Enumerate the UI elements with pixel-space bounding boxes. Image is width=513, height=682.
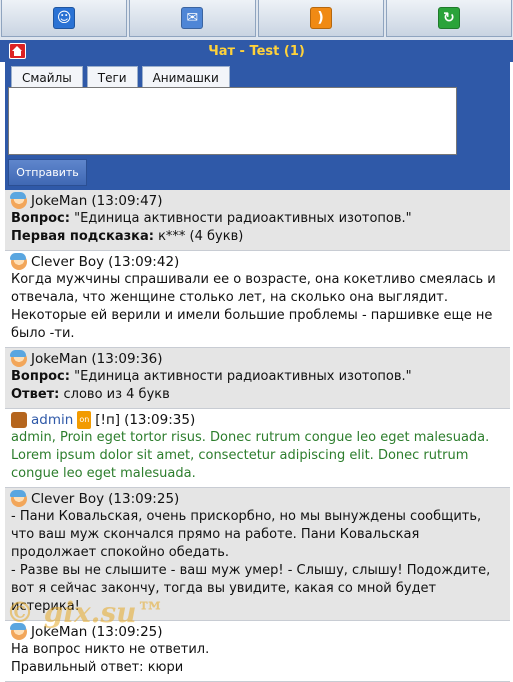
author-name[interactable]: Clever Boy bbox=[31, 490, 104, 508]
author-name[interactable]: JokeMan bbox=[31, 192, 87, 210]
hint-label: Первая подсказка: bbox=[11, 229, 154, 244]
admin-avatar bbox=[11, 412, 27, 428]
rss-button[interactable]: ) bbox=[257, 0, 384, 37]
mail-icon: ✉ bbox=[181, 7, 204, 29]
tab-tags[interactable]: Теги bbox=[86, 66, 138, 88]
user-icon: ☺ bbox=[53, 7, 76, 29]
list-item: admin on [!п] (13:09:35) admin, Proin eg… bbox=[5, 409, 510, 488]
tab-smileys[interactable]: Смайлы bbox=[11, 66, 83, 88]
home-icon[interactable] bbox=[9, 43, 26, 59]
hint-text: к*** (4 букв) bbox=[153, 229, 244, 244]
question-label: Вопрос: bbox=[11, 211, 70, 226]
list-item: Clever Boy (13:09:25) - Пани Ковальская,… bbox=[5, 488, 510, 621]
list-item: JokeMan (13:09:47) Вопрос: "Единица акти… bbox=[5, 190, 510, 251]
messages-button[interactable]: ✉ bbox=[129, 0, 256, 37]
question-text: "Единица активности радиоактивных изотоп… bbox=[69, 211, 412, 226]
message-text: - Пани Ковальская, очень прискорбно, но … bbox=[11, 509, 482, 560]
avatar bbox=[10, 253, 27, 270]
question-text: "Единица активности радиоактивных изотоп… bbox=[69, 369, 412, 384]
author-name[interactable]: JokeMan bbox=[31, 350, 87, 368]
author-name[interactable]: JokeMan bbox=[31, 623, 87, 641]
answer-label: Ответ: bbox=[11, 387, 60, 402]
timestamp: (13:09:36) bbox=[91, 351, 163, 367]
avatar bbox=[10, 623, 27, 640]
refresh-icon: ↻ bbox=[437, 7, 460, 29]
message-text: admin, Proin eget tortor risus. Donec ru… bbox=[11, 430, 490, 481]
answer-text: слово из 4 букв bbox=[59, 387, 170, 402]
timestamp: (13:09:25) bbox=[108, 491, 180, 507]
timestamp: (13:09:35) bbox=[124, 412, 196, 428]
author-name[interactable]: admin bbox=[31, 411, 73, 429]
question-label: Вопрос: bbox=[11, 369, 70, 384]
message-input[interactable] bbox=[8, 87, 457, 155]
chat-title: Чат - Test (1) bbox=[208, 43, 305, 59]
tab-animations[interactable]: Анимашки bbox=[141, 66, 230, 88]
private-tag[interactable]: [!п] bbox=[95, 411, 120, 429]
author-name[interactable]: Clever Boy bbox=[31, 253, 104, 271]
message-feed: JokeMan (13:09:47) Вопрос: "Единица акти… bbox=[5, 190, 510, 682]
timestamp: (13:09:47) bbox=[91, 193, 163, 209]
list-item: Clever Boy (13:09:42) Когда мужчины спра… bbox=[5, 251, 510, 348]
online-badge: on bbox=[77, 411, 92, 429]
list-item: JokeMan (13:09:36) Вопрос: "Единица акти… bbox=[5, 348, 510, 409]
refresh-button[interactable]: ↻ bbox=[385, 0, 512, 37]
compose-tabs: Смайлы Теги Анимашки bbox=[11, 66, 230, 88]
compose-panel: Смайлы Теги Анимашки Отправить bbox=[5, 62, 510, 190]
rss-icon: ) bbox=[309, 7, 332, 29]
list-item: JokeMan (13:09:25) На вопрос никто не от… bbox=[5, 621, 510, 682]
message-text: Правильный ответ: кюри bbox=[11, 660, 184, 675]
timestamp: (13:09:25) bbox=[91, 624, 163, 640]
profile-button[interactable]: ☺ bbox=[1, 0, 128, 37]
send-button[interactable]: Отправить bbox=[8, 159, 87, 186]
timestamp: (13:09:42) bbox=[108, 254, 180, 270]
message-text: - Разве вы не слышите - ваш муж умер! - … bbox=[11, 563, 491, 614]
top-toolbar: ☺ ✉ ) ↻ bbox=[0, 0, 513, 40]
avatar bbox=[10, 490, 27, 507]
avatar bbox=[10, 192, 27, 209]
message-text: На вопрос никто не ответил. bbox=[11, 642, 210, 657]
chat-title-bar: Чат - Test (1) bbox=[0, 40, 513, 62]
message-text: Когда мужчины спрашивали ее о возрасте, … bbox=[11, 272, 496, 341]
avatar bbox=[10, 350, 27, 367]
